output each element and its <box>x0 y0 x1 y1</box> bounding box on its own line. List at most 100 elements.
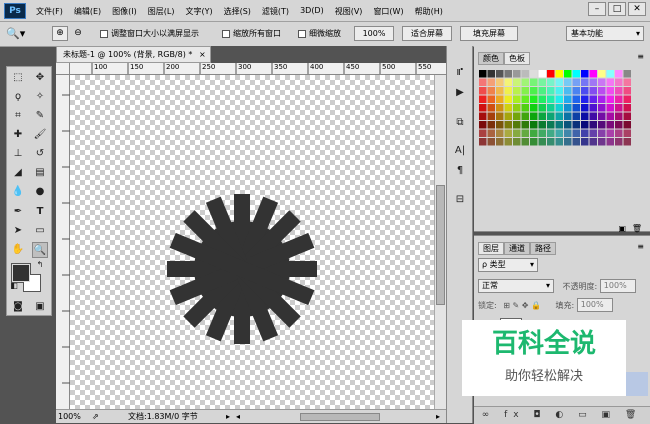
swatch-cell[interactable] <box>564 104 572 112</box>
swatch-cell[interactable] <box>547 104 555 112</box>
swatch-cell[interactable] <box>555 121 564 129</box>
swatch-cell[interactable] <box>572 104 581 112</box>
swatch-cell[interactable] <box>513 112 521 121</box>
swatch-cell[interactable] <box>581 70 589 78</box>
zoom-level[interactable]: 100% <box>58 410 81 423</box>
layer-comps-icon[interactable]: ⧉ <box>451 114 469 132</box>
vertical-scrollbar[interactable] <box>434 75 446 409</box>
scroll-right-icon[interactable]: ▸ <box>436 410 440 423</box>
zoom-tool-selected-icon[interactable]: 🔍 <box>32 242 48 258</box>
swatch-cell[interactable] <box>606 78 615 87</box>
swatch-cell[interactable] <box>555 138 564 146</box>
swatch-cell[interactable] <box>547 87 555 95</box>
gradient-tool-icon[interactable]: ▤ <box>32 165 48 181</box>
swatch-cell[interactable] <box>555 104 564 112</box>
swatch-cell[interactable] <box>572 70 581 78</box>
new-swatch-icon[interactable]: ▣ <box>618 224 626 233</box>
swatch-cell[interactable] <box>487 87 496 95</box>
swatch-cell[interactable] <box>615 95 623 104</box>
menu-filter[interactable]: 滤镜(T) <box>262 6 289 17</box>
swatch-cell[interactable] <box>589 95 598 104</box>
dodge-tool-icon[interactable]: ● <box>32 184 48 200</box>
swatch-cell[interactable] <box>606 138 615 146</box>
swatch-cell[interactable] <box>564 70 572 78</box>
layer-filter-select[interactable]: ρ 类型 ▾ <box>478 258 538 272</box>
swatch-cell[interactable] <box>581 121 589 129</box>
swatch-cell[interactable] <box>598 129 606 138</box>
close-tab-icon[interactable]: × <box>199 50 206 59</box>
swatch-cell[interactable] <box>615 78 623 87</box>
swatch-cell[interactable] <box>555 112 564 121</box>
swatch-cell[interactable] <box>538 95 547 104</box>
menu-file[interactable]: 文件(F) <box>36 6 63 17</box>
swatch-cell[interactable] <box>513 70 521 78</box>
swatch-cell[interactable] <box>496 104 504 112</box>
swatch-cell[interactable] <box>598 104 606 112</box>
swatch-cell[interactable] <box>623 138 632 146</box>
panel-menu-icon[interactable]: ≡ <box>637 242 644 251</box>
swatch-cell[interactable] <box>615 87 623 95</box>
swatch-cell[interactable] <box>572 78 581 87</box>
magic-wand-tool-icon[interactable]: ✧ <box>32 89 48 105</box>
swatch-cell[interactable] <box>496 112 504 121</box>
swatch-cell[interactable] <box>496 138 504 146</box>
healing-brush-tool-icon[interactable]: ✚ <box>10 127 26 143</box>
blend-mode-select[interactable]: 正常 ▾ <box>478 279 554 293</box>
swatch-cell[interactable] <box>504 121 513 129</box>
swatch-cell[interactable] <box>530 104 538 112</box>
actions-panel-icon[interactable]: ▶ <box>451 84 469 102</box>
swatch-cell[interactable] <box>615 138 623 146</box>
swatch-cell[interactable] <box>487 78 496 87</box>
swatch-cell[interactable] <box>504 129 513 138</box>
swatch-cell[interactable] <box>479 78 487 87</box>
swatch-cell[interactable] <box>598 70 606 78</box>
swatch-cell[interactable] <box>513 129 521 138</box>
swatch-cell[interactable] <box>555 70 564 78</box>
swatch-cell[interactable] <box>623 78 632 87</box>
swatch-cell[interactable] <box>513 121 521 129</box>
swatch-cell[interactable] <box>598 95 606 104</box>
fit-screen-button[interactable]: 适合屏幕 <box>402 26 452 41</box>
hand-tool-icon[interactable]: ✋ <box>10 242 26 258</box>
menu-view[interactable]: 视图(V) <box>335 6 363 17</box>
swatch-cell[interactable] <box>521 70 530 78</box>
scroll-left-icon[interactable]: ◂ <box>236 410 240 423</box>
pen-tool-icon[interactable]: ✒ <box>10 204 26 220</box>
layer-row-highlight[interactable] <box>624 372 648 396</box>
history-brush-tool-icon[interactable]: ↺ <box>32 146 48 162</box>
tab-color[interactable]: 颜色 <box>478 52 504 65</box>
swatch-cell[interactable] <box>538 104 547 112</box>
swatch-cell[interactable] <box>538 112 547 121</box>
swatch-cell[interactable] <box>572 121 581 129</box>
swatch-cell[interactable] <box>504 78 513 87</box>
swatch-cell[interactable] <box>555 129 564 138</box>
swatch-grid[interactable] <box>479 70 633 182</box>
swatch-cell[interactable] <box>521 112 530 121</box>
ruler-origin[interactable] <box>56 63 70 75</box>
tab-swatches[interactable]: 色板 <box>504 52 530 65</box>
swatch-cell[interactable] <box>521 104 530 112</box>
quick-mask-icon[interactable]: ◙ <box>10 299 26 315</box>
type-tool-icon[interactable]: T <box>32 204 48 220</box>
swatch-cell[interactable] <box>606 70 615 78</box>
swatch-cell[interactable] <box>564 87 572 95</box>
resize-windows-checkbox[interactable]: 调整窗口大小以满屏显示 <box>100 27 199 41</box>
menu-window[interactable]: 窗口(W) <box>373 6 403 17</box>
paragraph-panel-icon[interactable]: ¶ <box>451 162 469 180</box>
swatch-cell[interactable] <box>615 70 623 78</box>
swatch-cell[interactable] <box>623 121 632 129</box>
tab-layers[interactable]: 图层 <box>478 242 504 255</box>
swatch-cell[interactable] <box>564 138 572 146</box>
swatch-cell[interactable] <box>547 121 555 129</box>
swatch-cell[interactable] <box>606 129 615 138</box>
swatch-cell[interactable] <box>598 78 606 87</box>
zoom-100-button[interactable]: 100% <box>354 26 394 41</box>
panel-menu-icon[interactable]: ≡ <box>637 52 644 61</box>
properties-panel-icon[interactable]: ⊟ <box>451 191 469 209</box>
swatch-cell[interactable] <box>538 121 547 129</box>
swatch-cell[interactable] <box>487 104 496 112</box>
swatch-cell[interactable] <box>530 138 538 146</box>
swatch-cell[interactable] <box>487 112 496 121</box>
history-panel-icon[interactable]: ⑈ <box>451 64 469 82</box>
swatch-cell[interactable] <box>530 121 538 129</box>
